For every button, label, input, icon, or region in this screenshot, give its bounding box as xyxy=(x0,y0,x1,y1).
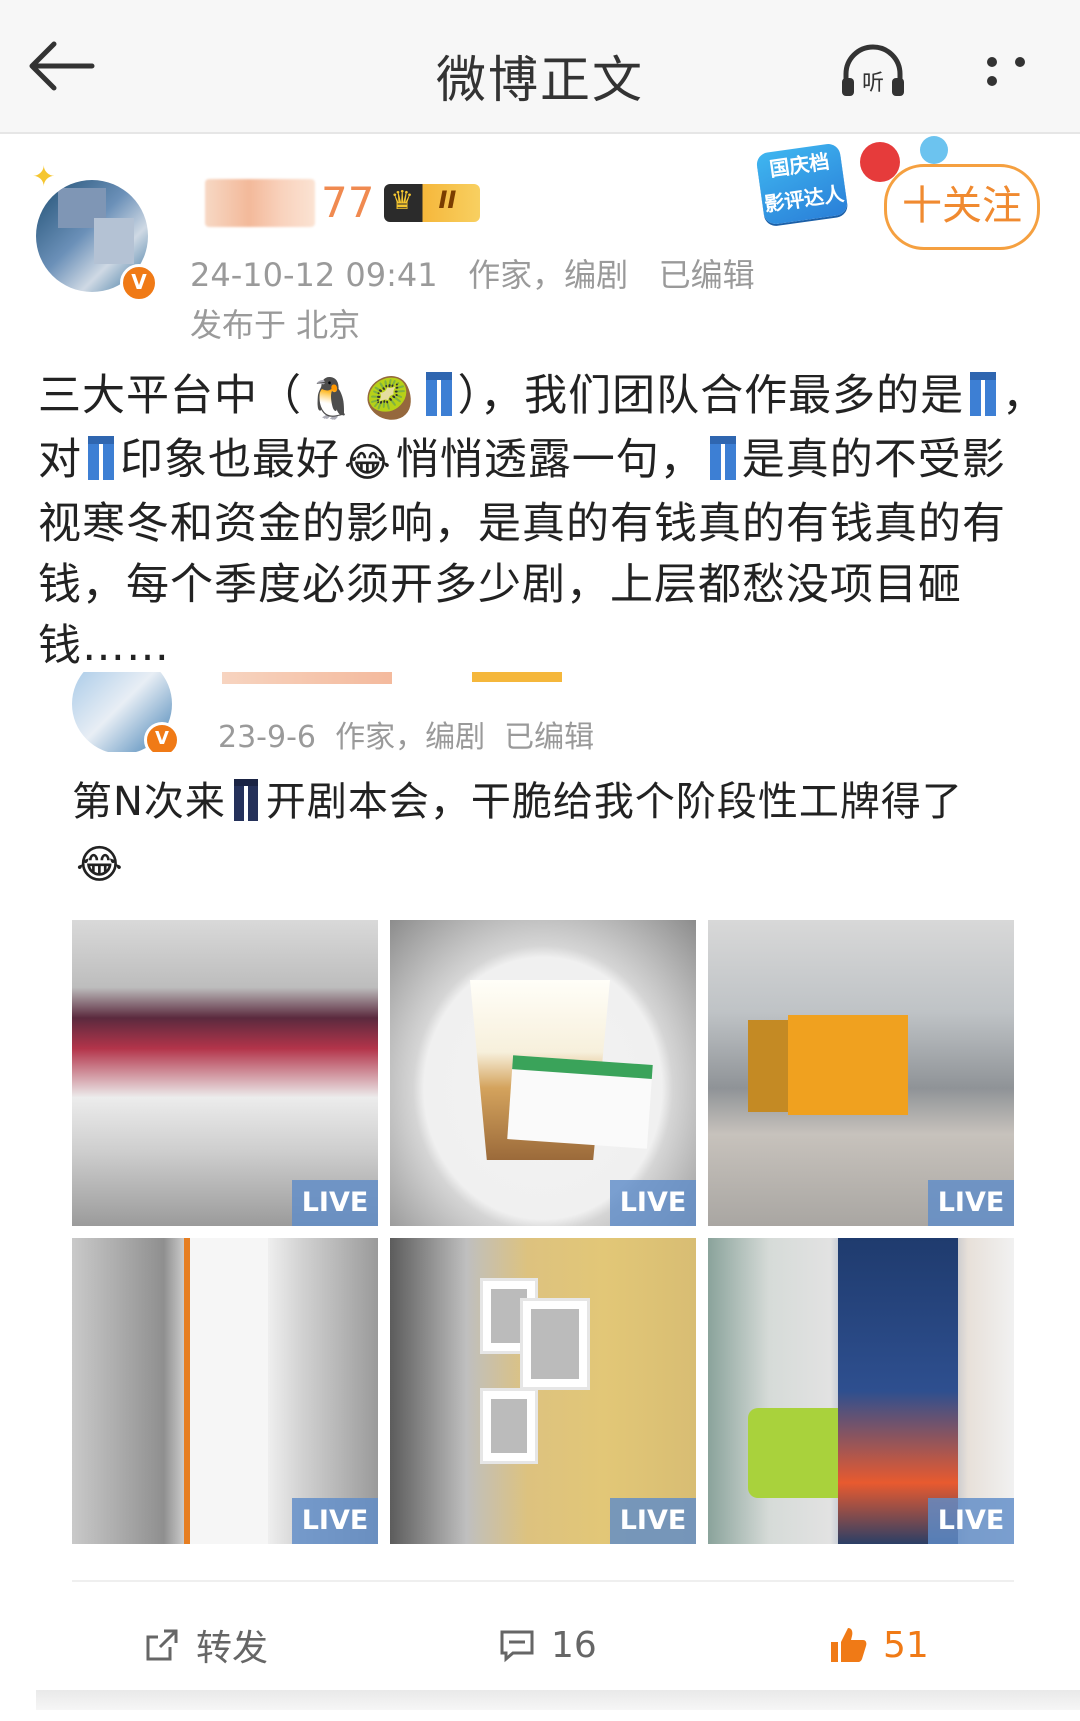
listen-button[interactable]: 听 xyxy=(838,40,918,100)
jeans-emoji-icon xyxy=(88,436,114,480)
follow-button[interactable]: 十关注 xyxy=(884,164,1040,250)
live-badge: LIVE xyxy=(928,1180,1014,1226)
action-bar: 转发 16 51 xyxy=(72,1600,1014,1690)
photo-escalator-stand[interactable]: LIVE xyxy=(72,1238,378,1544)
quote-text-part2: 开剧本会，干脆给我个阶段性工牌得了 xyxy=(265,779,963,825)
comment-icon xyxy=(500,1630,534,1663)
author-name[interactable]: 77 ♛ II xyxy=(205,178,481,228)
post-text-segment: 悄悄透露一句， xyxy=(395,435,704,485)
name-suffix: 77 xyxy=(321,178,375,227)
card-shape xyxy=(507,1055,653,1149)
comment-button[interactable]: 16 xyxy=(497,1600,597,1690)
page-title: 微博正文 xyxy=(436,51,644,109)
quoted-level-clipped xyxy=(472,672,562,682)
post-text: 三大平台中（ 🐧 🥝 ），我们团队合作最多的是 ，对 印象也最好 😂悄悄透露一句， 是真的不受… xyxy=(38,366,1048,677)
like-button[interactable]: 51 xyxy=(827,1600,929,1690)
more-button[interactable] xyxy=(978,52,1058,86)
bottom-edge xyxy=(36,1690,1080,1710)
verified-badge: V xyxy=(120,264,158,302)
jeans-emoji-icon xyxy=(709,436,736,480)
author-avatar[interactable]: ✦ V xyxy=(32,160,162,302)
comment-count: 16 xyxy=(551,1624,597,1666)
repost-button[interactable]: 转发 xyxy=(142,1600,268,1690)
crown-icon: ♛ xyxy=(390,185,414,216)
frame-shape xyxy=(520,1298,590,1390)
live-badge: LIVE xyxy=(292,1180,378,1226)
frame-shape xyxy=(480,1388,538,1464)
photo-corridor-frames[interactable]: LIVE xyxy=(390,1238,696,1544)
emoji-icon: 😂 xyxy=(344,440,392,486)
post-meta: 24-10-12 09:41 作家，编剧 已编辑 xyxy=(190,256,755,294)
sign-shape xyxy=(748,1020,788,1112)
live-badge: LIVE xyxy=(292,1498,378,1544)
holiday-tag: 国庆档 影评达人 xyxy=(755,142,849,226)
verified-badge: V xyxy=(144,722,180,752)
name-blurred xyxy=(205,178,315,227)
photo-mall-escalator[interactable]: LIVE xyxy=(72,920,378,1226)
post-text-segment: 印象也最好 xyxy=(120,435,340,485)
repost-label: 转发 xyxy=(196,1628,269,1669)
post-location: 发布于 北京 xyxy=(190,306,361,344)
stand-shape xyxy=(184,1238,268,1544)
post-text-segment: ），我们团队合作最多的是 xyxy=(457,371,965,421)
repost-icon xyxy=(146,1629,178,1661)
quoted-post-text: 第N次来 开剧本会，干脆给我个阶段性工牌得了 😂 xyxy=(72,772,1002,896)
photo-lounge-poster[interactable]: LIVE xyxy=(708,1238,1014,1544)
top-bar: 微博正文 听 xyxy=(0,0,1080,134)
frame-inner xyxy=(491,1399,527,1453)
more-dots-icon xyxy=(1015,57,1025,67)
photo-grid: LIVE LIVE LIVE LIVE LIVE LIVE xyxy=(72,920,1014,1550)
sparkle-icon: ✦ xyxy=(32,160,56,193)
member-level-badge[interactable]: ♛ II xyxy=(384,183,481,222)
frame-inner xyxy=(531,1309,579,1379)
jeans-emoji-icon xyxy=(970,372,997,416)
member-level: II xyxy=(438,185,457,214)
divider xyxy=(72,1580,1014,1582)
jeans-emoji-icon xyxy=(425,372,452,416)
headphones-icon: 听 xyxy=(842,44,904,96)
jeans-emoji-icon xyxy=(233,779,258,821)
emoji-icon: 🐧 xyxy=(306,376,357,422)
quoted-post-meta: 23-9-6 作家，编剧 已编辑 xyxy=(218,720,595,755)
emoji-icon: 🥝 xyxy=(364,376,416,422)
more-dots-icon xyxy=(987,76,997,86)
deco-ball-icon xyxy=(920,136,948,164)
more-dots-icon xyxy=(987,57,997,67)
quote-text-part1: 第N次来 xyxy=(72,779,226,825)
quoted-name-clipped xyxy=(222,672,392,684)
like-count: 51 xyxy=(883,1624,929,1666)
post-text-segment: 三大平台中（ xyxy=(38,371,302,421)
laugh-cry-emoji-icon: 😂 xyxy=(76,842,124,888)
photo-lobby-sign[interactable]: LIVE xyxy=(708,920,1014,1226)
sign-shape xyxy=(788,1015,908,1115)
live-badge: LIVE xyxy=(928,1498,1014,1544)
live-badge: LIVE xyxy=(610,1498,696,1544)
thumbs-up-icon xyxy=(831,1628,867,1662)
photo-coffee-cup[interactable]: LIVE xyxy=(390,920,696,1226)
avatar-mosaic xyxy=(94,218,134,264)
live-badge: LIVE xyxy=(610,1180,696,1226)
listen-label: 听 xyxy=(862,71,884,96)
